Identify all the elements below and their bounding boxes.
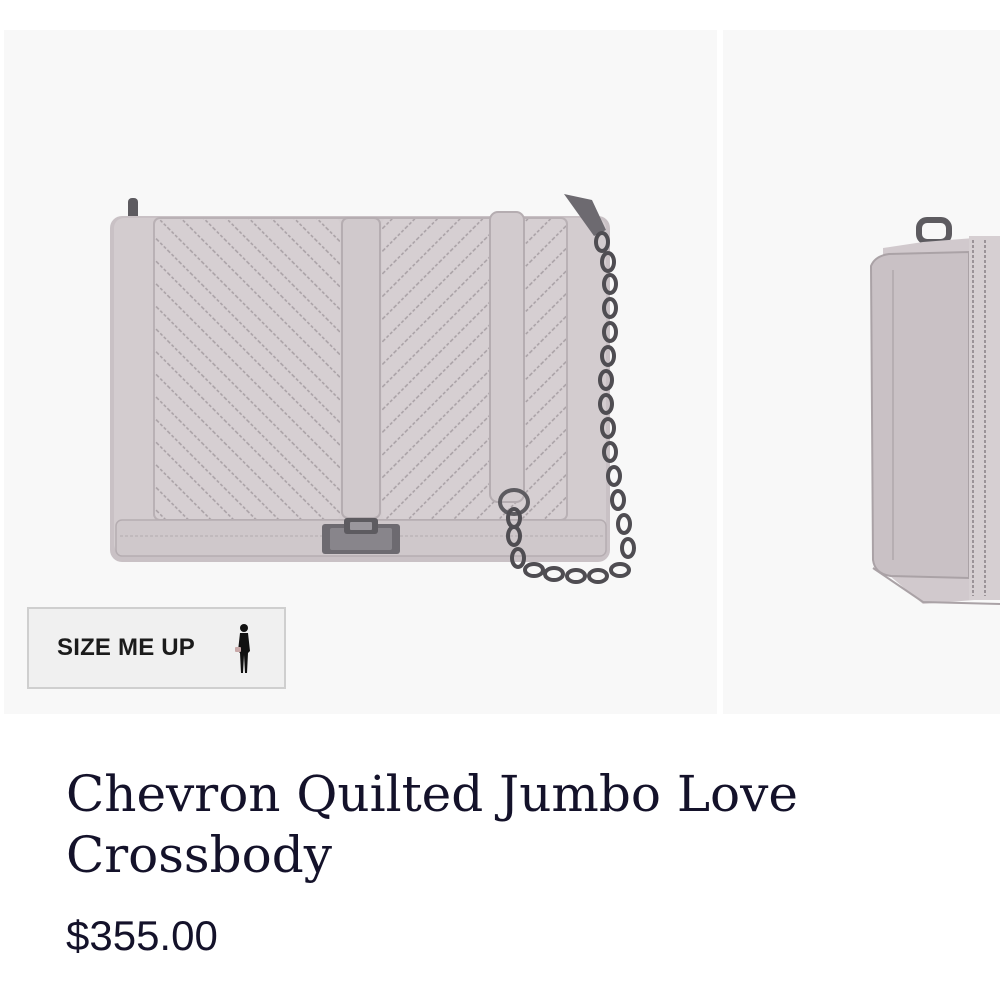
size-me-up-label: SIZE ME UP xyxy=(57,634,196,661)
product-title: Chevron Quilted Jumbo Love Crossbody xyxy=(66,765,798,884)
bag-side-photo xyxy=(869,217,1000,605)
size-me-up-button[interactable]: SIZE ME UP xyxy=(27,607,286,689)
product-image-gallery[interactable]: SIZE ME UP xyxy=(0,0,1000,716)
person-silhouette-icon xyxy=(235,624,250,673)
product-image-next[interactable] xyxy=(723,30,1000,714)
product-price: $355.00 xyxy=(66,912,218,959)
